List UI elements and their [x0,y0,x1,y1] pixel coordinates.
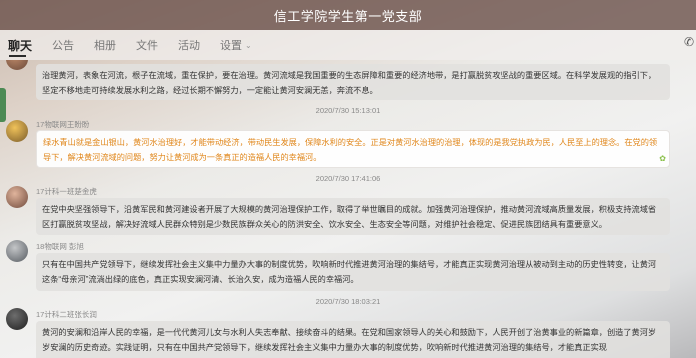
sender-name: 17计科二班张长润 [36,310,97,319]
chat-header: 信工学院学生第一党支部 [0,0,696,30]
message-text: 绿水青山就是金山银山，黄河水治理好，才能带动经济，带动民生发展，保障水利的安全。… [43,138,658,162]
avatar[interactable] [6,60,28,70]
tab-settings[interactable]: 设置 ⌄ [220,37,252,53]
timestamp: 2020/7/30 17:41:06 [315,174,381,183]
message-text: 只有在中国共产党领导下，继续发挥社会主义集中力量办大事的制度优势，吹响新时代推进… [42,260,657,284]
tab-files[interactable]: 文件 [136,37,158,53]
timestamp: 2020/7/30 15:13:01 [315,106,381,115]
tab-bar: 聊天 公告 相册 文件 活动 设置 ⌄ [0,30,696,60]
tab-album[interactable]: 相册 [94,37,116,53]
phone-icon[interactable]: ✆ [684,35,694,49]
leaf-icon: ✿ [659,154,666,163]
message-bubble: 绿水青山就是金山银山，黄河水治理好，才能带动经济，带动民生发展，保障水利的安全。… [36,130,670,168]
message-bubble: 黄河的安澜和沿岸人民的幸福，是一代代黄河儿女与水利人失志奉献、接续奋斗的结果。在… [36,321,670,358]
message-bubble: 在党中央坚强领导下，沿黄军民和黄河建设者开展了大规模的黄河治理保护工作，取得了举… [36,198,670,235]
tab-settings-label: 设置 [220,40,243,52]
message-bubble: 治理黄河，表象在河流，根子在流域，重在保护，要在治理。黄河流域是我国重要的生态屏… [36,64,670,100]
avatar[interactable] [6,240,28,262]
group-title: 信工学院学生第一党支部 [273,8,423,24]
avatar[interactable] [6,120,28,142]
active-tab-indicator [9,55,26,57]
message-bubble: 只有在中国共产党领导下，继续发挥社会主义集中力量办大事的制度优势，吹响新时代推进… [36,253,670,291]
message-feed[interactable]: 治理黄河，表象在河流，根子在流域，重在保护，要在治理。黄河流域是我国重要的生态屏… [0,60,696,358]
tab-announcements[interactable]: 公告 [52,37,74,53]
avatar[interactable] [6,186,28,208]
timestamp: 2020/7/30 18:03:21 [315,297,381,306]
tab-chat[interactable]: 聊天 [8,37,32,54]
message-text: 治理黄河，表象在河流，根子在流域，重在保护，要在治理。黄河流域是我国重要的生态屏… [42,71,657,95]
sender-name: 17物联网王盼盼 [36,120,90,129]
message-text: 在党中央坚强领导下，沿黄军民和黄河建设者开展了大规模的黄河治理保护工作，取得了举… [42,205,657,229]
tab-activities[interactable]: 活动 [178,37,200,53]
avatar[interactable] [6,308,28,330]
sender-name: 18物联网 彭旭 [36,242,84,251]
sender-name: 17计科一班楚金虎 [36,187,97,196]
message-text: 黄河的安澜和沿岸人民的幸福，是一代代黄河儿女与水利人失志奉献、接续奋斗的结果。在… [42,328,657,352]
chevron-down-icon: ⌄ [245,40,252,50]
